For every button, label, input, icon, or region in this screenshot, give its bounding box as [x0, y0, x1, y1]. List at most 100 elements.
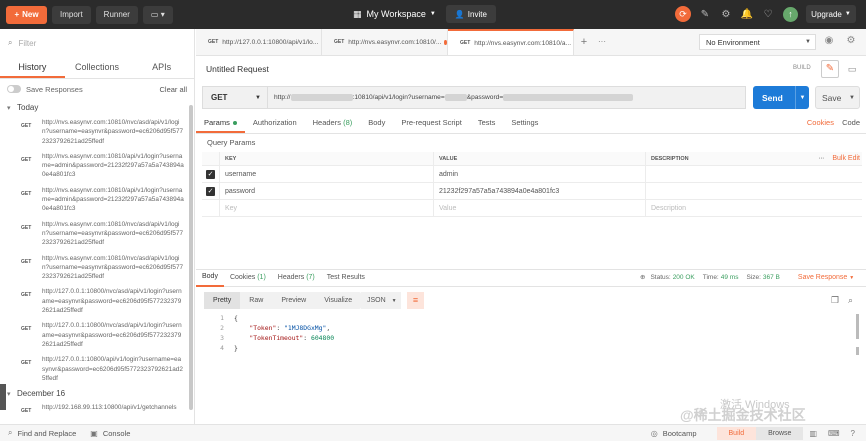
send-button[interactable]: Send ▼ — [753, 86, 809, 109]
save-responses-toggle[interactable] — [7, 85, 21, 93]
checkbox-checked[interactable]: ✓ — [206, 186, 215, 196]
environment-select[interactable]: No Environment ▼ — [699, 34, 816, 50]
preview-button[interactable]: Preview — [272, 292, 315, 309]
add-tab-button[interactable]: + — [574, 29, 594, 55]
history-group-today[interactable]: ▾ Today — [0, 99, 194, 116]
build-mode-button[interactable]: Build — [716, 427, 757, 440]
layout-icon[interactable]: ▥ — [809, 429, 822, 438]
tab-body[interactable]: Body — [360, 114, 393, 133]
workspace-name: My Workspace — [366, 9, 426, 19]
key-input[interactable]: Key — [219, 200, 433, 216]
sidebar-scrollbar[interactable] — [189, 105, 193, 410]
method-select[interactable]: GET ▼ — [202, 86, 268, 109]
tab-settings[interactable]: Settings — [503, 114, 546, 133]
request-title[interactable]: Untitled Request — [206, 64, 269, 74]
tab-headers[interactable]: Headers (8) — [305, 114, 361, 133]
param-key[interactable]: username — [219, 166, 433, 182]
find-replace-button[interactable]: ⌕ Find and Replace — [8, 428, 76, 438]
tab-history[interactable]: History — [0, 57, 65, 78]
description-input[interactable]: Description — [645, 200, 795, 216]
list-item[interactable]: GET http://nvs.easynvr.com:10810/nvc/asd… — [0, 217, 186, 251]
code-link[interactable]: Code — [842, 118, 860, 127]
list-item[interactable]: GET http://127.0.0.1:10800/nvc/asd/api/v… — [0, 318, 186, 352]
response-scrollbar[interactable] — [856, 314, 859, 339]
format-type-select[interactable]: JSON ▼ — [361, 292, 401, 309]
workspace-switcher[interactable]: ▦ My Workspace ▼ 👤 Invite — [353, 5, 496, 23]
bootcamp-button[interactable]: ◎ Bootcamp — [651, 429, 697, 438]
more-icon[interactable]: ··· — [594, 29, 610, 55]
save-button[interactable]: Save ▼ — [815, 86, 860, 109]
pretty-button[interactable]: Pretty — [204, 292, 241, 309]
save-response-button[interactable]: Save Response ▼ — [798, 274, 854, 281]
raw-button[interactable]: Raw — [240, 292, 272, 309]
list-item[interactable]: GET http://127.0.0.1:10800/api/v1/login?… — [0, 352, 186, 386]
help-icon[interactable]: ? — [851, 429, 860, 438]
param-key[interactable]: password — [219, 183, 433, 199]
code-line: 2 "Token": "1MJ8DGxMg", — [210, 323, 334, 333]
active-dot — [232, 121, 237, 126]
upgrade-button[interactable]: Upgrade ▼ — [806, 5, 856, 23]
copy-icon[interactable]: ❐ — [831, 295, 839, 306]
new-window-button[interactable]: ▭ ▾ — [142, 5, 173, 24]
param-description[interactable] — [645, 166, 795, 182]
keyboard-icon[interactable]: ⌨ — [828, 429, 845, 438]
avatar[interactable]: ↑ — [783, 6, 798, 22]
list-item[interactable]: GET http://nvs.easynvr.com:10810/api/v1/… — [0, 149, 186, 183]
request-tab[interactable]: GET http://127.0.0.1:10800/api/v1/lo... — [196, 29, 322, 55]
tab-response-body[interactable]: Body — [196, 269, 224, 287]
tab-response-cookies[interactable]: Cookies (1) — [224, 270, 272, 286]
list-item[interactable]: GET http://nvs.easynvr.com:10810/api/v1/… — [0, 183, 186, 217]
visualize-button[interactable]: Visualize — [315, 292, 361, 309]
url-input[interactable]: http:// :10810/api/v1/login?username= &p… — [268, 86, 746, 109]
clear-all-button[interactable]: Clear all — [159, 85, 187, 94]
param-description[interactable] — [645, 183, 795, 199]
new-button[interactable]: + New — [6, 5, 47, 24]
request-tab[interactable]: GET http://nvs.easynvr.com:10810/... — [322, 29, 448, 55]
wrap-lines-icon[interactable]: ≡ — [407, 292, 424, 309]
edit-icon[interactable]: ✎ — [821, 60, 839, 78]
heart-icon[interactable]: ♡ — [761, 7, 775, 21]
tab-test-results[interactable]: Test Results — [321, 270, 371, 286]
eye-icon[interactable]: ◉ — [822, 35, 836, 49]
sync-icon[interactable]: ⟳ — [675, 6, 691, 22]
list-item[interactable]: GET http://nvs.easynvr.com:10810/nvc/asd… — [0, 115, 186, 149]
response-format-row: Pretty Raw Preview Visualize JSON ▼ ≡ ❐ … — [196, 292, 866, 310]
tab-params[interactable]: Params — [196, 114, 245, 133]
search-icon[interactable]: ⌕ — [848, 295, 853, 306]
console-button[interactable]: ▣ Console — [90, 429, 130, 438]
method-badge: GET — [208, 39, 219, 45]
gear-icon[interactable]: ⚙ — [844, 35, 858, 49]
list-item[interactable]: GET http://192.168.99.113:10800/api/v1/g… — [0, 400, 184, 417]
settings-icon[interactable]: ⚙ — [719, 7, 733, 21]
tab-authorization[interactable]: Authorization — [245, 114, 305, 133]
url-row: GET ▼ http:// :10810/api/v1/login?userna… — [196, 86, 866, 109]
url-part: :10810/api/v1/login?username= — [352, 94, 445, 101]
list-item[interactable]: GET http://127.0.0.1:10800/nvc/asd/api/v… — [0, 284, 186, 318]
bulk-edit-link[interactable]: Bulk Edit — [832, 155, 860, 162]
browse-mode-button[interactable]: Browse — [756, 427, 804, 440]
tab-collections[interactable]: Collections — [65, 57, 130, 78]
param-value[interactable]: 21232f297a57a5a743894a0e4a801fc3 — [433, 183, 645, 199]
param-value[interactable]: admin — [433, 166, 645, 182]
value-input[interactable]: Value — [433, 200, 645, 216]
import-button[interactable]: Import — [52, 5, 91, 24]
response-scrollbar-thumb[interactable] — [856, 347, 859, 355]
tab-response-headers[interactable]: Headers (7) — [272, 270, 321, 286]
filter-input[interactable]: ⌕ Filter — [8, 35, 186, 51]
invite-button[interactable]: 👤 Invite — [445, 5, 496, 23]
list-item[interactable]: GET http://nvs.easynvr.com:10810/nvc/asd… — [0, 251, 186, 285]
comment-icon[interactable]: ▭ — [844, 60, 860, 78]
tab-apis[interactable]: APIs — [129, 57, 194, 78]
request-tab-active[interactable]: GET http://nvs.easynvr.com:10810/a... — [448, 29, 574, 55]
checkbox-checked[interactable]: ✓ — [206, 169, 215, 179]
tab-tests[interactable]: Tests — [470, 114, 504, 133]
satellite-icon[interactable]: ✎ — [698, 7, 712, 21]
more-icon[interactable]: ··· — [819, 156, 825, 162]
chevron-down-icon[interactable]: ▼ — [795, 86, 809, 109]
tab-pre-request-script[interactable]: Pre-request Script — [393, 114, 469, 133]
notifications-icon[interactable]: 🔔 — [740, 7, 754, 21]
sidebar-resize-handle[interactable] — [0, 384, 6, 410]
cookies-link[interactable]: Cookies — [807, 118, 834, 127]
top-bar-actions: ⟳ ✎ ⚙ 🔔 ♡ ↑ Upgrade ▼ — [675, 5, 856, 23]
runner-button[interactable]: Runner — [95, 5, 138, 24]
